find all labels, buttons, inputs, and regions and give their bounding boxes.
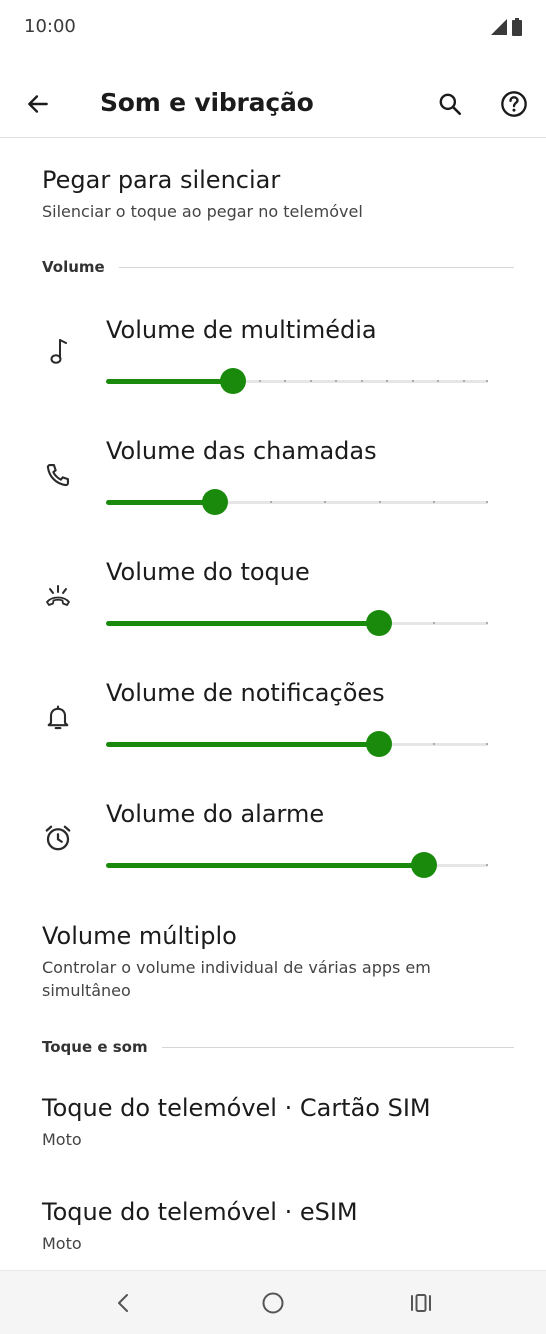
slider-fill [106,500,216,505]
media-volume-title: Volume de multimédia [106,316,377,344]
slider-thumb[interactable] [411,852,438,878]
media-volume-slider[interactable] [106,366,488,396]
back-button[interactable] [18,84,58,124]
alarm-volume-row: Volume do alarme [0,800,546,900]
slider-thumb[interactable] [202,489,229,515]
app-bar: Som e vibração [0,66,546,138]
status-bar: 10:00 [0,0,546,56]
alarm-volume-slider[interactable] [106,850,488,880]
slider-tick [462,380,465,382]
nav-recents-icon [411,1294,431,1312]
slider-thumb[interactable] [365,731,392,757]
ringer-icon [40,578,76,614]
slider-tick [360,380,363,382]
ring-section-header: Toque e som [42,1038,514,1056]
multi-volume-item[interactable]: Volume múltiplo Controlar o volume indiv… [42,922,522,1002]
slider-thumb[interactable] [365,610,392,636]
slider-tick [378,501,381,503]
help-icon [501,91,527,117]
ringtone-sim-summary: Moto [42,1130,82,1149]
ring-volume-row: Volume do toque [0,558,546,658]
signal-icon [491,19,507,35]
search-button[interactable] [430,84,470,124]
slider-fill [106,379,234,384]
slider-tick [486,501,488,503]
ring-section-label: Toque e som [42,1038,148,1056]
multi-volume-summary: Controlar o volume individual de várias … [42,958,431,1000]
multi-volume-title: Volume múltiplo [42,922,237,950]
slider-fill [106,863,425,868]
media-volume-row: Volume de multimédia [0,316,546,416]
status-icons [490,18,522,36]
call-volume-title: Volume das chamadas [106,437,377,465]
alarm-icon [40,820,76,856]
ring-volume-title: Volume do toque [106,558,310,586]
slider-tick [486,743,488,745]
call-volume-row: Volume das chamadas [0,437,546,537]
slider-fill [106,742,379,747]
slider-fill [106,621,379,626]
slider-tick [258,380,261,382]
ringtone-esim-summary: Moto [42,1234,82,1253]
ringtone-sim-item[interactable]: Toque do telemóvel · Cartão SIM Moto [42,1094,522,1151]
slider-tick [269,501,272,503]
notification-volume-row: Volume de notificações [0,679,546,779]
nav-back-button[interactable] [103,1285,143,1321]
ringtone-esim-title: Toque do telemóvel · eSIM [42,1198,358,1226]
music-note-icon [40,334,76,370]
help-button[interactable] [494,84,534,124]
battery-icon [512,18,522,36]
nav-recents-button[interactable] [401,1285,441,1321]
slider-tick [486,864,488,866]
slider-tick [309,380,312,382]
call-volume-slider[interactable] [106,487,488,517]
section-divider [118,266,514,268]
search-icon [439,93,462,116]
status-time: 10:00 [24,16,76,37]
notification-volume-title: Volume de notificações [106,679,385,707]
notification-volume-slider[interactable] [106,729,488,759]
slider-tick [486,622,488,624]
nav-home-icon [262,1292,284,1314]
arrow-back-icon [28,95,48,113]
page-title: Som e vibração [100,88,314,117]
slider-tick [411,380,414,382]
phone-icon [40,457,76,493]
slider-tick [486,380,488,382]
pickup-silence-item[interactable]: Pegar para silenciar Silenciar o toque a… [42,166,522,223]
section-divider [161,1046,514,1048]
alarm-volume-title: Volume do alarme [106,800,325,828]
ring-volume-slider[interactable] [106,608,488,638]
ringtone-sim-title: Toque do telemóvel · Cartão SIM [42,1094,431,1122]
nav-home-button[interactable] [253,1285,293,1321]
slider-thumb[interactable] [220,368,247,394]
pickup-silence-summary: Silenciar o toque ao pegar no telemóvel [42,202,363,221]
pickup-silence-title: Pegar para silenciar [42,166,281,194]
volume-section-header: Volume [42,258,514,276]
volume-section-label: Volume [42,258,105,276]
nav-back-icon [118,1294,128,1312]
ringtone-esim-item[interactable]: Toque do telemóvel · eSIM Moto [42,1198,522,1255]
bell-icon [40,699,76,735]
navigation-bar [0,1270,546,1334]
